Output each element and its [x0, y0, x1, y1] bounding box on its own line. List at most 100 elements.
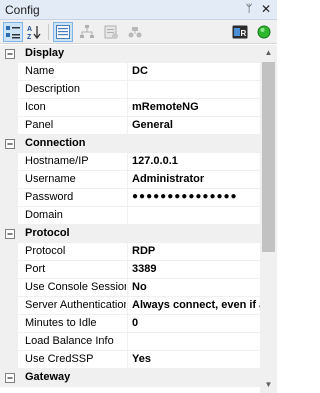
property-row-protocol[interactable]: Protocol RDP: [0, 243, 260, 261]
category-gateway[interactable]: Gateway: [0, 369, 260, 387]
close-icon[interactable]: ✕: [259, 2, 273, 17]
row-gutter: [0, 189, 18, 207]
row-gutter: [0, 243, 18, 261]
property-row-password[interactable]: Password ●●●●●●●●●●●●●●●: [0, 189, 260, 207]
collapse-icon[interactable]: [5, 49, 15, 59]
scroll-up-icon[interactable]: ▲: [260, 45, 277, 61]
vertical-scrollbar[interactable]: ▲ ▼: [260, 45, 277, 393]
property-value[interactable]: RDP: [132, 245, 260, 257]
property-name: Panel: [25, 119, 54, 131]
rdp-protocol-button[interactable]: R: [230, 22, 250, 42]
column-divider: [127, 81, 128, 99]
row-gutter: [0, 81, 18, 99]
property-row-console-session[interactable]: Use Console Session No: [0, 279, 260, 297]
column-divider: [127, 153, 128, 171]
category-display[interactable]: Display: [0, 45, 260, 63]
property-name: Hostname/IP: [25, 155, 89, 167]
collapse-icon[interactable]: [5, 229, 15, 239]
collapse-icon[interactable]: [5, 139, 15, 149]
category-label: Gateway: [25, 371, 71, 383]
column-divider: [127, 63, 128, 81]
row-gutter: [0, 351, 18, 369]
property-value[interactable]: 127.0.0.1: [132, 155, 260, 167]
row-gutter: [0, 63, 18, 81]
property-name: Password: [25, 191, 74, 203]
column-divider: [127, 261, 128, 279]
property-name: Load Balance Info: [25, 335, 114, 347]
pin-icon[interactable]: ᛘ: [242, 2, 256, 17]
svg-text:A: A: [27, 26, 32, 33]
property-name: Name: [25, 65, 55, 77]
categorized-button[interactable]: [3, 22, 23, 42]
property-name: Minutes to Idle: [25, 317, 97, 329]
column-divider: [127, 333, 128, 351]
column-divider: [127, 279, 128, 297]
column-divider: [127, 351, 128, 369]
property-row-username[interactable]: Username Administrator: [0, 171, 260, 189]
row-gutter: [0, 297, 18, 315]
host-status-button[interactable]: [125, 22, 145, 42]
svg-text:Z: Z: [27, 34, 32, 40]
column-divider: [127, 243, 128, 261]
property-value[interactable]: DC: [132, 65, 260, 77]
property-value[interactable]: 0: [132, 317, 260, 329]
property-toolbar: A Z R: [0, 20, 277, 44]
property-row-domain[interactable]: Domain: [0, 207, 260, 225]
property-grid[interactable]: Display Name DC Description Icon mRemoteNG…: [0, 45, 260, 393]
column-divider: [127, 207, 128, 225]
scrollbar-thumb[interactable]: [262, 62, 275, 252]
default-inheritance-button[interactable]: [77, 22, 97, 42]
collapse-icon[interactable]: [5, 373, 15, 383]
alphabetical-icon: A Z: [27, 26, 41, 40]
property-row-credssp[interactable]: Use CredSSP Yes: [0, 351, 260, 369]
row-gutter: [0, 333, 18, 351]
property-row-icon[interactable]: Icon mRemoteNG: [0, 99, 260, 117]
rdp-icon: R: [232, 25, 248, 39]
toolbar-separator: [48, 24, 49, 40]
property-name: Use Console Session: [25, 281, 126, 293]
row-gutter: [0, 207, 18, 225]
property-value[interactable]: Administrator: [132, 173, 260, 185]
properties-icon: [56, 25, 70, 39]
category-connection[interactable]: Connection: [0, 135, 260, 153]
property-row-minutes-idle[interactable]: Minutes to Idle 0: [0, 315, 260, 333]
property-value[interactable]: No: [132, 281, 260, 293]
default-inheritance-icon: [80, 25, 94, 38]
property-name: Description: [25, 83, 81, 95]
inheritance-icon: [104, 25, 118, 39]
property-value[interactable]: General: [132, 119, 260, 131]
property-row-hostname[interactable]: Hostname/IP 127.0.0.1: [0, 153, 260, 171]
panel-title-bar: Config ᛘ ✕: [0, 0, 277, 20]
inheritance-button[interactable]: [101, 22, 121, 42]
alphabetical-button[interactable]: A Z: [24, 22, 44, 42]
column-divider: [127, 315, 128, 333]
property-row-description[interactable]: Description: [0, 81, 260, 99]
property-row-load-balance[interactable]: Load Balance Info: [0, 333, 260, 351]
category-protocol[interactable]: Protocol: [0, 225, 260, 243]
property-value[interactable]: Yes: [132, 353, 260, 365]
password-value[interactable]: ●●●●●●●●●●●●●●●: [132, 191, 260, 202]
row-gutter: [0, 99, 18, 117]
property-row-name[interactable]: Name DC: [0, 63, 260, 81]
property-name: Username: [25, 173, 76, 185]
property-value[interactable]: 3389: [132, 263, 260, 275]
property-name: Icon: [25, 101, 46, 113]
scroll-down-icon[interactable]: ▼: [260, 377, 277, 393]
categorized-icon: [6, 26, 20, 39]
properties-button[interactable]: [53, 22, 73, 42]
status-indicator: [254, 22, 274, 42]
column-divider: [127, 189, 128, 207]
column-divider: [127, 297, 128, 315]
row-gutter: [0, 153, 18, 171]
category-label: Display: [25, 47, 65, 59]
property-row-server-auth[interactable]: Server Authentication Always connect, eve…: [0, 297, 260, 315]
property-value[interactable]: mRemoteNG: [132, 101, 260, 113]
svg-text:R: R: [241, 29, 247, 38]
row-gutter: [0, 117, 18, 135]
property-row-panel[interactable]: Panel General: [0, 117, 260, 135]
property-name: Port: [25, 263, 46, 275]
property-row-port[interactable]: Port 3389: [0, 261, 260, 279]
property-value[interactable]: Always connect, even if auth: [132, 299, 260, 311]
host-status-icon: [128, 27, 142, 38]
property-name: Use CredSSP: [25, 353, 94, 365]
